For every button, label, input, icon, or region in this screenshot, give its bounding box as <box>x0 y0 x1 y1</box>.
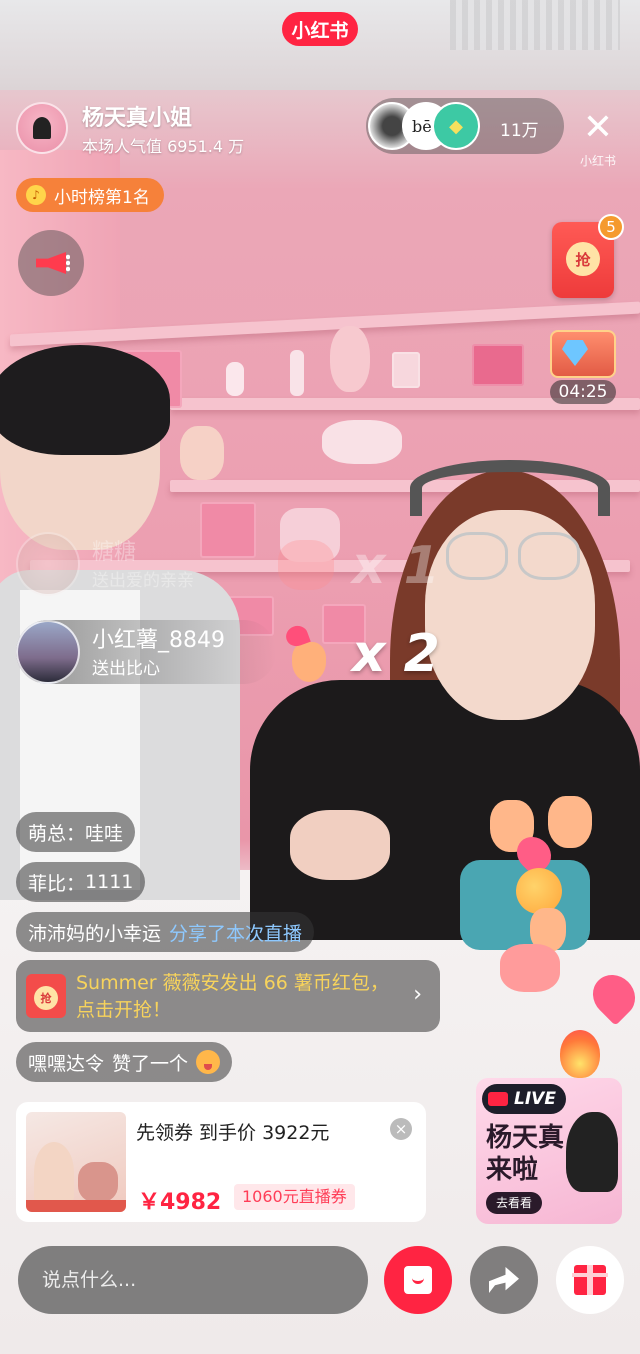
camera-icon <box>488 1092 508 1106</box>
live-promo-card[interactable]: LIVE 杨天真来啦 去看看 <box>476 1078 622 1224</box>
gift-sender-name: 糖糖 <box>92 540 137 565</box>
product-title: 先领券 到手价 3922元 <box>136 1122 330 1144</box>
viewer-avatar[interactable]: ◆ <box>432 102 480 150</box>
host-avatar[interactable] <box>16 102 68 154</box>
gift-notification: 小红薯_8849 送出比心 <box>16 620 276 684</box>
figure-prop <box>330 326 370 392</box>
red-packet-count-badge: 5 <box>598 214 624 240</box>
chat-username: 菲比： <box>28 872 86 895</box>
chat-share-text: 分享了本次直播 <box>169 922 303 945</box>
close-icon[interactable]: × <box>390 1118 412 1140</box>
gift-notification: 糖糖 送出爱的亲亲 <box>16 532 266 596</box>
gift-sender-avatar[interactable] <box>16 532 80 596</box>
hourly-rank-badge[interactable]: ♪ 小时榜第1名 <box>16 178 164 212</box>
chat-text: 哇哇 <box>85 822 124 845</box>
red-packet-text: Summer 薇薇安发出 66 薯币红包，点击开抢！ <box>76 972 389 1021</box>
host-person-right <box>250 450 640 940</box>
shopping-bag-icon <box>404 1266 432 1294</box>
gift-button[interactable] <box>556 1246 624 1314</box>
treasure-timer: 04:25 <box>550 380 616 404</box>
chevron-right-icon: › <box>413 982 422 1007</box>
gift-sender-name: 小红薯_8849 <box>92 628 225 653</box>
megaphone-icon <box>36 252 66 274</box>
sound-wave-icon <box>66 254 70 272</box>
gift-action: 送出比心 <box>92 659 160 679</box>
chat-username: 嘿嘿达令 <box>28 1052 105 1075</box>
display-frame <box>392 352 420 388</box>
live-promo-title: 杨天真来啦 <box>486 1123 565 1185</box>
chat-username: 萌总： <box>28 822 86 845</box>
bottle-prop <box>290 350 304 396</box>
face-emoji-icon <box>516 868 562 914</box>
popularity-count: 本场人气值 6951.4 万 <box>82 137 245 156</box>
chat-message[interactable]: 沛沛妈的小幸运 分享了本次直播 <box>16 912 315 952</box>
announcement-button[interactable] <box>18 230 84 296</box>
kiss-gift-icon <box>278 540 334 590</box>
go-watch-button[interactable]: 去看看 <box>486 1192 543 1214</box>
rank-label: 小时榜第1名 <box>54 187 150 208</box>
product-card[interactable]: 先领券 到手价 3922元 × ￥4982 1060元直播券 <box>16 1102 426 1222</box>
fire-emoji-icon <box>560 1030 600 1078</box>
host-name[interactable]: 杨天真小姐 <box>82 100 192 132</box>
chat-message[interactable]: 嘿嘿达令 赞了一个 <box>16 1042 233 1082</box>
app-logo: 小红书 <box>282 12 358 46</box>
rock-hand-emoji-icon <box>548 796 592 848</box>
ceiling-vent <box>450 0 620 50</box>
gift-sender-avatar[interactable] <box>16 620 80 684</box>
product-image[interactable] <box>26 1112 126 1212</box>
product-coupon[interactable]: 1060元直播券 <box>234 1184 355 1210</box>
finger-heart-icon <box>283 622 330 686</box>
gift-box-icon <box>572 1265 608 1295</box>
gift-multiplier: x 2 <box>352 624 440 684</box>
red-packet-label: 抢 <box>566 242 600 276</box>
product-price: ￥4982 <box>138 1190 222 1215</box>
chat-message[interactable]: 菲比： 1111 <box>16 862 146 902</box>
treasure-box-button[interactable] <box>550 330 616 378</box>
tongue-face-emoji-icon <box>196 1050 221 1074</box>
red-packet-message[interactable]: 抢 Summer 薇薇安发出 66 薯币红包，点击开抢！ › <box>16 960 440 1032</box>
shop-button[interactable] <box>384 1246 452 1314</box>
share-arrow-icon <box>489 1267 519 1293</box>
cute-face-emoji-icon <box>500 944 560 992</box>
viewer-count[interactable]: 11万 <box>500 116 539 141</box>
red-packet-button[interactable]: 抢 5 <box>552 214 624 298</box>
chat-message[interactable]: 萌总： 哇哇 <box>16 812 136 852</box>
chat-username: 沛沛妈的小幸运 <box>28 922 162 945</box>
close-button[interactable]: ✕ <box>578 108 618 148</box>
silhouette-icon <box>33 117 51 139</box>
music-note-icon: ♪ <box>26 185 46 205</box>
diamond-icon <box>562 340 588 366</box>
share-button[interactable] <box>470 1246 538 1314</box>
chat-text: 1111 <box>85 871 134 893</box>
red-packet-icon: 抢 <box>26 974 66 1018</box>
gift-action: 送出爱的亲亲 <box>92 571 194 591</box>
watermark-text: 小红书 <box>580 154 617 168</box>
gift-multiplier: x 1 <box>352 536 440 596</box>
car-icon: ◆ <box>449 115 463 137</box>
comment-input[interactable]: 说点什么... <box>18 1246 368 1314</box>
chat-text: 赞了一个 <box>112 1052 189 1075</box>
live-badge: LIVE <box>482 1084 566 1114</box>
display-bag <box>472 344 524 386</box>
